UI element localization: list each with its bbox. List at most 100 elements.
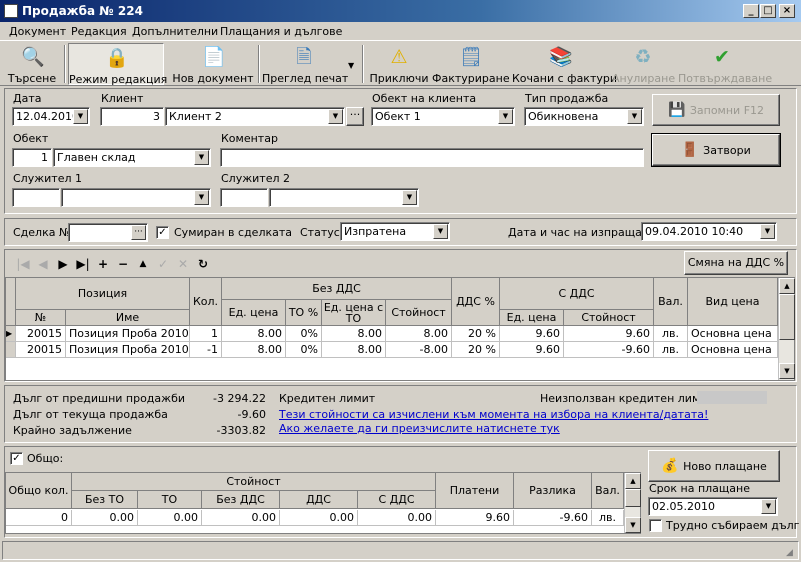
employee2-select[interactable]: ▼ bbox=[269, 188, 419, 207]
cell-currency[interactable]: лв. bbox=[654, 326, 688, 342]
print-preview-button[interactable]: 🗎 Преглед печат bbox=[262, 43, 348, 85]
col-unit-price[interactable]: Ед. цена bbox=[222, 300, 286, 326]
new-payment-button[interactable]: 💰 Ново плащане bbox=[648, 450, 780, 482]
cell-price-type[interactable]: Основна цена bbox=[688, 342, 778, 358]
chevron-down-icon[interactable]: ▼ bbox=[627, 109, 642, 124]
employee1-id-field[interactable] bbox=[12, 188, 60, 207]
recalculate-link[interactable]: Ако желаете да ги преизчислите натиснете… bbox=[279, 422, 560, 435]
minimize-button[interactable]: _ bbox=[743, 4, 759, 18]
cell-qty[interactable]: -1 bbox=[190, 342, 222, 358]
cell-qty[interactable]: 1 bbox=[190, 326, 222, 342]
col-currency[interactable]: Вал. bbox=[654, 278, 688, 326]
values-info-link[interactable]: Тези стойности са изчислени към момента … bbox=[279, 408, 708, 421]
col-no[interactable]: № bbox=[16, 310, 66, 326]
col-value-vat[interactable]: Стойност bbox=[564, 310, 654, 326]
move-up-button[interactable]: ▲ bbox=[134, 255, 152, 273]
cell-price[interactable]: 8.00 bbox=[222, 326, 286, 342]
col-unit-price-vat[interactable]: Ед. цена bbox=[500, 310, 564, 326]
cell-value[interactable]: -8.00 bbox=[386, 342, 452, 358]
chevron-down-icon[interactable]: ▼ bbox=[194, 150, 209, 165]
new-document-button[interactable]: 📄 Нов документ bbox=[172, 43, 254, 85]
object-id-field[interactable]: 1 bbox=[12, 148, 52, 167]
cell-price-vat[interactable]: 9.60 bbox=[500, 326, 564, 342]
close-sale-button[interactable]: ⚠ Приключи bbox=[369, 43, 429, 85]
totals-scrollbar[interactable]: ▲ ▼ bbox=[624, 473, 641, 533]
scroll-up-icon[interactable]: ▲ bbox=[625, 473, 641, 489]
scroll-up-icon[interactable]: ▲ bbox=[779, 278, 795, 294]
edit-mode-button[interactable]: 🔒 Режим редакция bbox=[68, 43, 167, 86]
delete-row-button[interactable]: − bbox=[114, 255, 132, 273]
maximize-button[interactable]: □ bbox=[760, 4, 776, 18]
close-form-button[interactable]: 🚪 Затвори bbox=[651, 133, 781, 167]
col-name[interactable]: Име bbox=[66, 310, 190, 326]
cell-price-type[interactable]: Основна цена bbox=[688, 326, 778, 342]
print-dropdown-icon[interactable]: ▼ bbox=[348, 61, 354, 70]
menu-document[interactable]: Документ bbox=[9, 25, 66, 38]
chevron-down-icon[interactable]: ▼ bbox=[402, 190, 417, 205]
browse-icon[interactable]: ··· bbox=[131, 225, 146, 240]
cell-value-vat[interactable]: 9.60 bbox=[564, 326, 654, 342]
next-record-button[interactable]: ▶ bbox=[54, 255, 72, 273]
client-browse-button[interactable]: ··· bbox=[346, 107, 364, 126]
col-vat-pct[interactable]: ДДС % bbox=[452, 278, 500, 326]
scroll-thumb[interactable] bbox=[625, 489, 641, 507]
total-checkbox[interactable]: ✓ bbox=[10, 452, 23, 465]
cell-value[interactable]: 8.00 bbox=[386, 326, 452, 342]
employee2-id-field[interactable] bbox=[220, 188, 268, 207]
employee1-select[interactable]: ▼ bbox=[61, 188, 211, 207]
summed-checkbox[interactable]: ✓ bbox=[156, 226, 169, 239]
sale-type-select[interactable]: Обикновена ▼ bbox=[524, 107, 644, 126]
cell-price[interactable]: 8.00 bbox=[222, 342, 286, 358]
scroll-down-icon[interactable]: ▼ bbox=[625, 517, 641, 533]
chevron-down-icon[interactable]: ▼ bbox=[73, 109, 88, 124]
cell-price-vat[interactable]: 9.60 bbox=[500, 342, 564, 358]
invoice-button[interactable]: 🗒 Фактуриране bbox=[432, 43, 510, 85]
object-select[interactable]: Главен склад ▼ bbox=[53, 148, 211, 167]
table-row[interactable]: ▶ 20015 Позиция Проба 2010.1 1 8.00 0% 8… bbox=[6, 326, 778, 342]
cell-no[interactable]: 20015 bbox=[16, 342, 66, 358]
cell-name[interactable]: Позиция Проба 2010.1 bbox=[66, 342, 190, 358]
col-unit-price-to[interactable]: Ед. цена с ТО bbox=[322, 300, 386, 326]
comment-field[interactable] bbox=[220, 148, 644, 167]
scroll-thumb[interactable] bbox=[779, 294, 795, 340]
status-select[interactable]: Изпратена ▼ bbox=[340, 222, 450, 241]
scroll-down-icon[interactable]: ▼ bbox=[779, 363, 795, 379]
sent-datetime-field[interactable]: 09.04.2010 10:40 ▼ bbox=[641, 222, 777, 241]
cell-value-vat[interactable]: -9.60 bbox=[564, 342, 654, 358]
resize-grip-icon[interactable]: ◢ bbox=[786, 548, 793, 558]
cell-to[interactable]: 0% bbox=[286, 342, 322, 358]
chevron-down-icon[interactable]: ▼ bbox=[328, 109, 343, 124]
menu-payments[interactable]: Плащания и дългове bbox=[220, 25, 342, 38]
attached-invoices-button[interactable]: 📚 Кочани с фактури bbox=[512, 43, 617, 85]
search-button[interactable]: 🔍 Търсене bbox=[4, 43, 60, 85]
cell-vat[interactable]: 20 % bbox=[452, 326, 500, 342]
table-row[interactable]: 20015 Позиция Проба 2010.1 -1 8.00 0% 8.… bbox=[6, 342, 778, 358]
chevron-down-icon[interactable]: ▼ bbox=[761, 499, 776, 514]
vat-change-button[interactable]: Смяна на ДДС % bbox=[684, 251, 788, 275]
last-record-button[interactable]: ▶| bbox=[74, 255, 92, 273]
menu-additional[interactable]: Допълнителни bbox=[132, 25, 218, 38]
col-to-pct[interactable]: ТО % bbox=[286, 300, 322, 326]
cell-name[interactable]: Позиция Проба 2010.1 bbox=[66, 326, 190, 342]
col-price-type[interactable]: Вид цена bbox=[688, 278, 778, 326]
cell-price-to[interactable]: 8.00 bbox=[322, 342, 386, 358]
chevron-down-icon[interactable]: ▼ bbox=[194, 190, 209, 205]
deal-field[interactable]: ··· bbox=[68, 223, 148, 242]
due-date-field[interactable]: 02.05.2010 ▼ bbox=[648, 497, 778, 516]
chevron-down-icon[interactable]: ▼ bbox=[433, 224, 448, 239]
cell-vat[interactable]: 20 % bbox=[452, 342, 500, 358]
col-value[interactable]: Стойност bbox=[386, 300, 452, 326]
hard-debt-checkbox[interactable] bbox=[649, 519, 662, 532]
date-field[interactable]: 12.04.2010 ▼ bbox=[12, 107, 90, 126]
items-scrollbar[interactable]: ▲ ▼ bbox=[778, 278, 795, 380]
add-row-button[interactable]: + bbox=[94, 255, 112, 273]
cell-currency[interactable]: лв. bbox=[654, 342, 688, 358]
refresh-button[interactable]: ↻ bbox=[194, 255, 212, 273]
cell-to[interactable]: 0% bbox=[286, 326, 322, 342]
client-name-field[interactable]: Клиент 2 ▼ bbox=[165, 107, 345, 126]
cell-no[interactable]: 20015 bbox=[16, 326, 66, 342]
chevron-down-icon[interactable]: ▼ bbox=[498, 109, 513, 124]
menu-edit[interactable]: Редакция bbox=[71, 25, 127, 38]
close-window-button[interactable]: × bbox=[779, 4, 795, 18]
chevron-down-icon[interactable]: ▼ bbox=[760, 224, 775, 239]
